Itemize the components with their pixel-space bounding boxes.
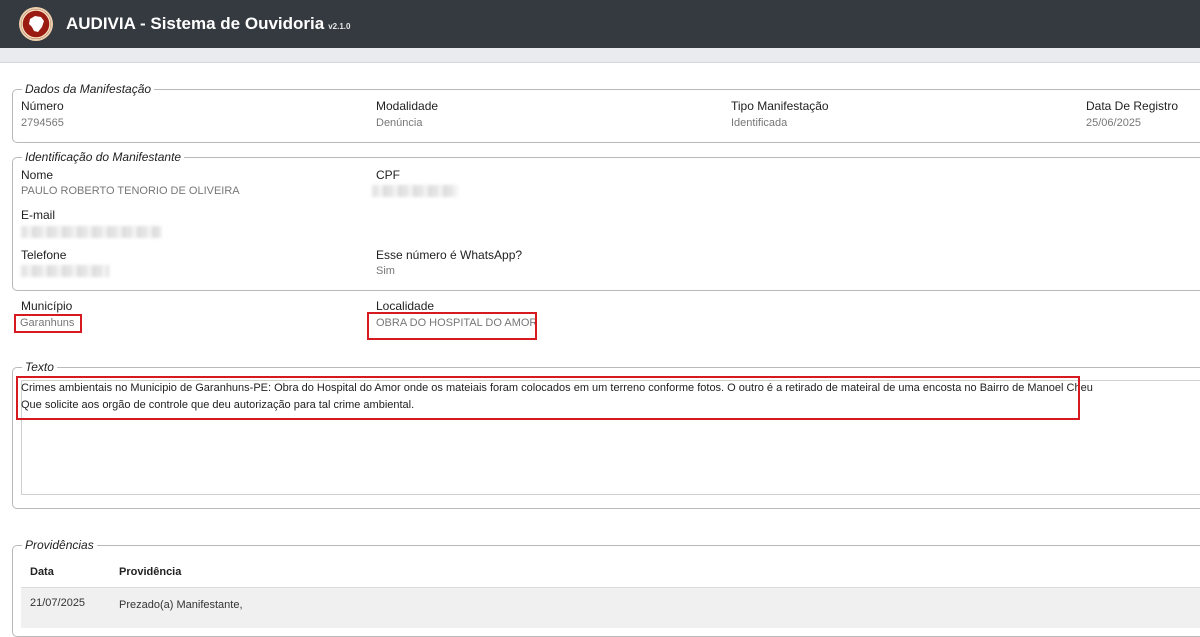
localidade-highlight [367, 312, 537, 340]
nome-label: Nome [21, 168, 54, 182]
whatsapp-label: Esse número é WhatsApp? [376, 248, 523, 262]
app-header: AUDIVIA - Sistema de Ouvidoria v2.1.0 [0, 0, 1200, 48]
numero-value: 2794565 [21, 117, 64, 129]
identificacao-fieldset: Identificação do Manifestante [12, 150, 1200, 291]
whatsapp-value: Sim [376, 265, 395, 277]
col-header-providencia: Providência [119, 566, 182, 578]
identificacao-legend: Identificação do Manifestante [22, 150, 185, 164]
header-divider [0, 48, 1200, 63]
app-title: AUDIVIA - Sistema de Ouvidoria v2.1.0 [66, 14, 350, 34]
providencias-table-header [21, 557, 1200, 587]
data-registro-value: 25/06/2025 [1086, 117, 1142, 129]
app-version: v2.1.0 [328, 22, 351, 31]
row-data: 21/07/2025 [30, 597, 86, 609]
telefone-label: Telefone [21, 248, 67, 262]
email-value-redacted [21, 226, 161, 238]
texto-highlight [16, 376, 1080, 420]
dados-manifestacao-legend: Dados da Manifestação [22, 82, 155, 96]
tipo-manifestacao-label: Tipo Manifestação [731, 99, 829, 113]
email-label: E-mail [21, 208, 56, 222]
telefone-value-redacted [21, 265, 109, 277]
modalidade-value: Denúncia [376, 117, 423, 129]
tipo-manifestacao-value: Identificada [731, 117, 788, 129]
cpf-label: CPF [376, 168, 400, 182]
manifestacao-panel [0, 63, 1200, 623]
cpf-value-redacted [372, 185, 458, 197]
localidade-label: Localidade [376, 299, 435, 313]
dados-manifestacao-fieldset: Dados da Manifestação [12, 82, 1200, 143]
app-title-text: AUDIVIA - Sistema de Ouvidoria [66, 14, 325, 33]
col-header-data: Data [30, 566, 54, 578]
numero-label: Número [21, 99, 64, 113]
brazil-map-logo-icon[interactable] [19, 7, 53, 41]
providencias-legend: Providências [22, 538, 97, 552]
data-registro-label: Data De Registro [1086, 99, 1179, 113]
municipio-highlight [14, 314, 82, 333]
municipio-label: Município [21, 299, 73, 313]
nome-value: PAULO ROBERTO TENORIO DE OLIVEIRA [21, 185, 240, 197]
texto-legend: Texto [22, 360, 57, 374]
row-providencia: Prezado(a) Manifestante, [119, 599, 243, 611]
modalidade-label: Modalidade [376, 99, 439, 113]
